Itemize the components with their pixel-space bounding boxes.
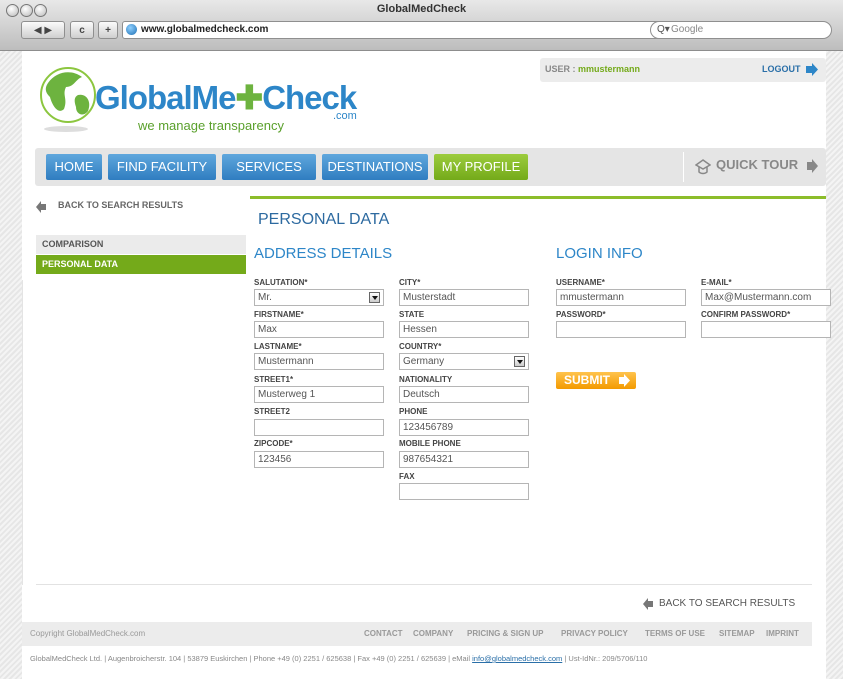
email-input[interactable] xyxy=(701,289,831,306)
logout-arrow-icon[interactable] xyxy=(806,63,818,76)
nav-home[interactable]: HOME xyxy=(46,154,102,180)
back-to-search-results-link[interactable]: BACK TO SEARCH RESULTS xyxy=(58,200,183,210)
address-vat: | Ust-IdNr.: 209/5706/110 xyxy=(562,654,648,663)
lastname-label: LASTNAME* xyxy=(254,342,302,351)
city-input[interactable] xyxy=(399,289,529,306)
quick-tour-arrow-icon[interactable] xyxy=(807,159,818,173)
user-label: USER : xyxy=(545,64,576,74)
nationality-label: NATIONALITY xyxy=(399,375,453,384)
logo-wordmark: GlobalMe✚Check xyxy=(95,78,357,117)
zipcode-input[interactable] xyxy=(254,451,384,468)
salutation-select[interactable]: Mr. xyxy=(254,289,384,306)
site-globe-icon xyxy=(126,24,137,35)
select-arrow-icon[interactable] xyxy=(514,356,525,367)
street2-input[interactable] xyxy=(254,419,384,436)
nav-divider xyxy=(683,152,684,182)
username-input[interactable] xyxy=(556,289,686,306)
select-arrow-icon[interactable] xyxy=(369,292,380,303)
footer-link-pricing[interactable]: PRICING & SIGN UP xyxy=(467,629,543,638)
page-title: PERSONAL DATA xyxy=(258,211,390,228)
street1-input[interactable] xyxy=(254,386,384,403)
sidebar-divider xyxy=(22,280,23,585)
country-label: COUNTRY* xyxy=(399,342,442,351)
reload-button[interactable]: c xyxy=(70,21,94,39)
address-bar[interactable]: www.globalmedcheck.com xyxy=(122,21,662,39)
footer-link-privacy[interactable]: PRIVACY POLICY xyxy=(561,629,628,638)
logo-cross-icon: ✚ xyxy=(235,79,264,116)
password-input[interactable] xyxy=(556,321,686,338)
fax-label: FAX xyxy=(399,472,415,481)
sidebar-item-comparison[interactable]: COMPARISON xyxy=(36,235,246,254)
confirm-password-label: CONFIRM PASSWORD* xyxy=(701,310,791,319)
globe-logo-icon xyxy=(40,67,96,132)
submit-arrow-icon xyxy=(619,374,630,387)
footer-link-contact[interactable]: CONTACT xyxy=(364,629,403,638)
back-arrow-icon[interactable] xyxy=(36,201,46,213)
city-label: CITY* xyxy=(399,278,421,287)
footer-link-company[interactable]: COMPANY xyxy=(413,629,453,638)
username-label: USERNAME* xyxy=(556,278,605,287)
search-placeholder: Google xyxy=(671,24,704,35)
nav-destinations[interactable]: DESTINATIONS xyxy=(322,154,428,180)
zipcode-label: ZIPCODE* xyxy=(254,439,293,448)
company-address: GlobalMedCheck Ltd. | Augenbroicherstr. … xyxy=(30,654,647,663)
submit-label: SUBMIT xyxy=(564,373,610,387)
content-top-rule xyxy=(250,196,826,199)
logo-com: .com xyxy=(333,110,357,122)
country-select[interactable]: Germany xyxy=(399,353,529,370)
firstname-input[interactable] xyxy=(254,321,384,338)
page-side-pattern-left xyxy=(0,51,22,679)
login-info-heading: LOGIN INFO xyxy=(556,245,643,262)
logo-tagline: we manage transparency xyxy=(138,118,284,133)
phone-label: PHONE xyxy=(399,407,428,416)
firstname-label: FIRSTNAME* xyxy=(254,310,304,319)
confirm-password-input[interactable] xyxy=(701,321,831,338)
back-forward-button[interactable]: ◀ ▶ xyxy=(21,21,65,39)
country-value: Germany xyxy=(403,356,445,367)
sidebar-item-personal-data[interactable]: PERSONAL DATA xyxy=(36,255,246,274)
quick-tour-hat-icon[interactable] xyxy=(695,159,711,175)
street2-label: STREET2 xyxy=(254,407,291,416)
user-box: USER : mmustermann LOGOUT xyxy=(540,58,826,82)
content-bottom-rule xyxy=(36,584,812,585)
footer-link-terms[interactable]: TERMS OF USE xyxy=(645,629,705,638)
phone-input[interactable] xyxy=(399,419,529,436)
nav-find-facility[interactable]: FIND FACILITY xyxy=(108,154,216,180)
username-display: mmustermann xyxy=(578,64,641,74)
search-icon: Q▾ xyxy=(657,24,670,35)
mobile-phone-label: MOBILE PHONE xyxy=(399,439,461,448)
submit-button[interactable]: SUBMIT xyxy=(556,372,636,389)
url-text: www.globalmedcheck.com xyxy=(141,24,269,35)
copyright-text: Copyright GlobalMedCheck.com xyxy=(30,629,146,638)
fax-input[interactable] xyxy=(399,483,529,500)
quick-tour-link[interactable]: QUICK TOUR xyxy=(716,157,798,172)
lastname-input[interactable] xyxy=(254,353,384,370)
salutation-value: Mr. xyxy=(258,292,272,303)
window-title: GlobalMedCheck xyxy=(376,3,467,15)
search-field[interactable]: Q▾ Google xyxy=(650,21,832,39)
back-arrow-icon[interactable] xyxy=(643,598,653,610)
logo-text-part-1: GlobalMe xyxy=(95,79,237,116)
password-label: PASSWORD* xyxy=(556,310,606,319)
footer-link-sitemap[interactable]: SITEMAP xyxy=(719,629,755,638)
address-text: GlobalMedCheck Ltd. | Augenbroicherstr. … xyxy=(30,654,473,663)
street1-label: STREET1* xyxy=(254,375,294,384)
footer-link-imprint[interactable]: IMPRINT xyxy=(766,629,799,638)
state-input[interactable] xyxy=(399,321,529,338)
logout-link[interactable]: LOGOUT xyxy=(762,64,801,74)
salutation-label: SALUTATION* xyxy=(254,278,308,287)
state-label: STATE xyxy=(399,310,425,319)
add-bookmark-button[interactable]: + xyxy=(98,21,118,39)
mobile-phone-input[interactable] xyxy=(399,451,529,468)
footer-email-link[interactable]: info@globalmedcheck.com xyxy=(472,654,562,663)
nav-my-profile[interactable]: MY PROFILE xyxy=(434,154,528,180)
page-side-pattern-right xyxy=(826,51,843,679)
back-to-search-results-bottom-link[interactable]: BACK TO SEARCH RESULTS xyxy=(659,598,795,609)
email-label: E-MAIL* xyxy=(701,278,732,287)
nationality-input[interactable] xyxy=(399,386,529,403)
address-details-heading: ADDRESS DETAILS xyxy=(254,245,393,262)
nav-services[interactable]: SERVICES xyxy=(222,154,316,180)
